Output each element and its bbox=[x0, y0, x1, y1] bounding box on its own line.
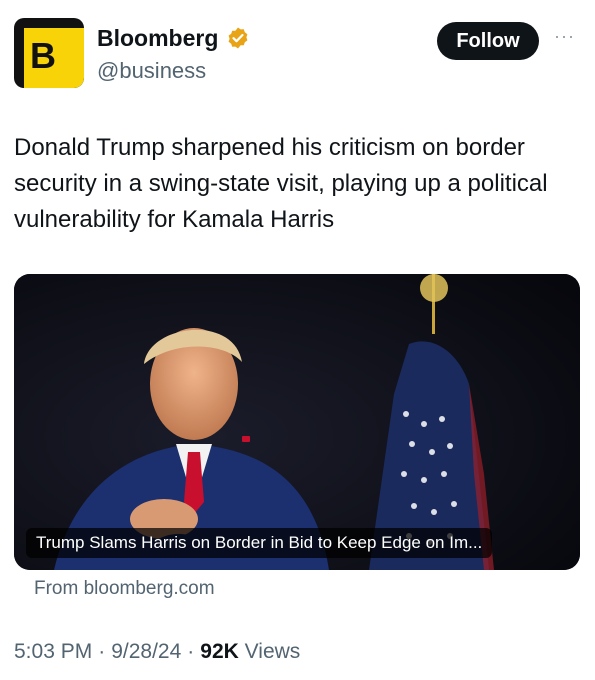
link-card[interactable]: Trump Slams Harris on Border in Bid to K… bbox=[14, 274, 580, 570]
card-image bbox=[14, 274, 580, 570]
tweet-text: Donald Trump sharpened his criticism on … bbox=[14, 134, 548, 233]
verified-badge-icon bbox=[228, 27, 248, 49]
tweet-date[interactable]: 9/28/24 bbox=[111, 640, 181, 664]
follow-button[interactable]: Follow bbox=[437, 22, 539, 60]
author-handle[interactable]: @business bbox=[97, 58, 206, 84]
card-headline: Trump Slams Harris on Border in Bid to K… bbox=[26, 528, 493, 558]
tweet-meta: 5:03 PM · 9/28/24 · 92K Views bbox=[14, 640, 300, 664]
more-options-icon[interactable]: ··· bbox=[554, 26, 580, 46]
views-label: Views bbox=[244, 640, 301, 663]
tweet-time[interactable]: 5:03 PM bbox=[14, 640, 92, 664]
author-name[interactable]: Bloomberg bbox=[97, 26, 218, 50]
card-source[interactable]: From bloomberg.com bbox=[34, 578, 215, 600]
meta-separator: · bbox=[187, 640, 195, 663]
view-count: 92K bbox=[200, 640, 239, 663]
meta-separator: · bbox=[98, 640, 106, 663]
author-name-row: Bloomberg bbox=[97, 26, 250, 50]
author-avatar[interactable]: B bbox=[14, 18, 84, 88]
avatar-letter: B bbox=[30, 35, 56, 76]
